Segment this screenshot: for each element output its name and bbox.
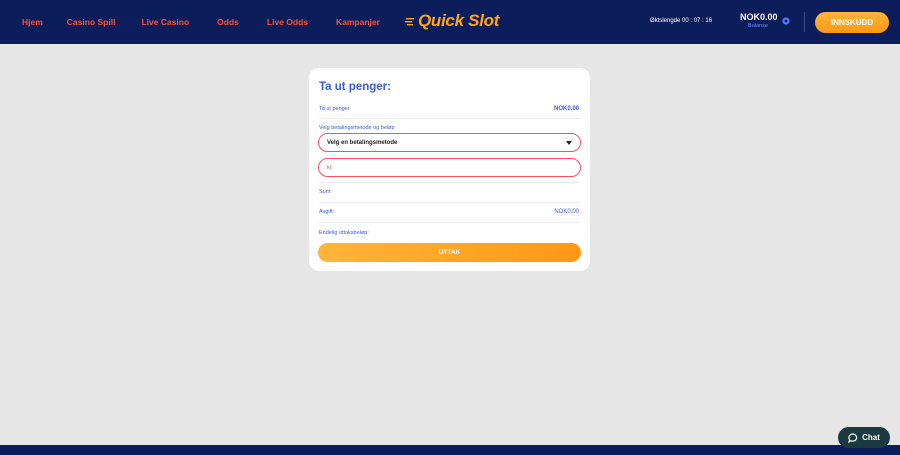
withdraw-card: Ta ut penger: Ta ut penger NOK0.00 Velg … [309,68,590,271]
withdraw-amount-value: NOK0.00 [553,106,579,112]
nav-link-home[interactable]: Hjem [22,17,43,27]
divider-line [319,118,580,119]
chevron-down-icon [566,140,572,145]
divider-line [319,222,580,223]
top-navigation-bar: Hjem Casino Spill Live Casino Odds Live … [0,0,900,44]
session-timer: Øktslengde 00 : 07 : 16 [650,18,713,24]
logo-swoosh-icon [405,18,414,26]
balance-amount: NOK0.00 [740,12,778,22]
fee-label: Avgift: [319,209,335,215]
final-amount-label: Endelig uttaksbeløp: [319,230,369,236]
footer-bar [0,445,900,455]
settings-gear-icon[interactable] [782,17,790,25]
nav-link-campaigns[interactable]: Kampanjer [336,17,380,27]
nav-link-casino-games[interactable]: Casino Spill [67,17,116,27]
chat-bubble-icon [848,432,858,443]
payment-method-label: Velg betalingsmetode og beløp [319,125,395,131]
chat-button[interactable]: Chat [838,427,890,448]
withdraw-amount-label: Ta ut penger [319,106,350,112]
header-divider [804,12,805,32]
deposit-button[interactable]: INNSKUDD [815,12,889,33]
payment-method-selected: Velg en betalingsmetode [327,139,398,146]
balance-display[interactable]: NOK0.00 Balanse [740,12,778,29]
quick-slot-logo[interactable]: Quick Slot [405,10,499,32]
nav-link-live-casino[interactable]: Live Casino [141,17,189,27]
chat-label: Chat [862,433,880,442]
sum-label: Sum: [319,189,332,195]
main-nav: Hjem Casino Spill Live Casino Odds Live … [22,0,402,44]
withdraw-title: Ta ut penger: [319,81,391,93]
fee-value: NOK0.00 [554,209,579,215]
nav-link-live-odds[interactable]: Live Odds [267,17,308,27]
nav-link-odds[interactable]: Odds [217,17,239,27]
logo-text: Quick Slot [418,11,500,30]
divider-line [319,202,580,203]
withdraw-submit-button[interactable]: UTTAK [318,243,581,262]
amount-input[interactable] [318,158,581,177]
balance-label: Balanse [748,23,768,29]
divider-line [319,182,580,183]
payment-method-select[interactable]: Velg en betalingsmetode [318,133,581,152]
